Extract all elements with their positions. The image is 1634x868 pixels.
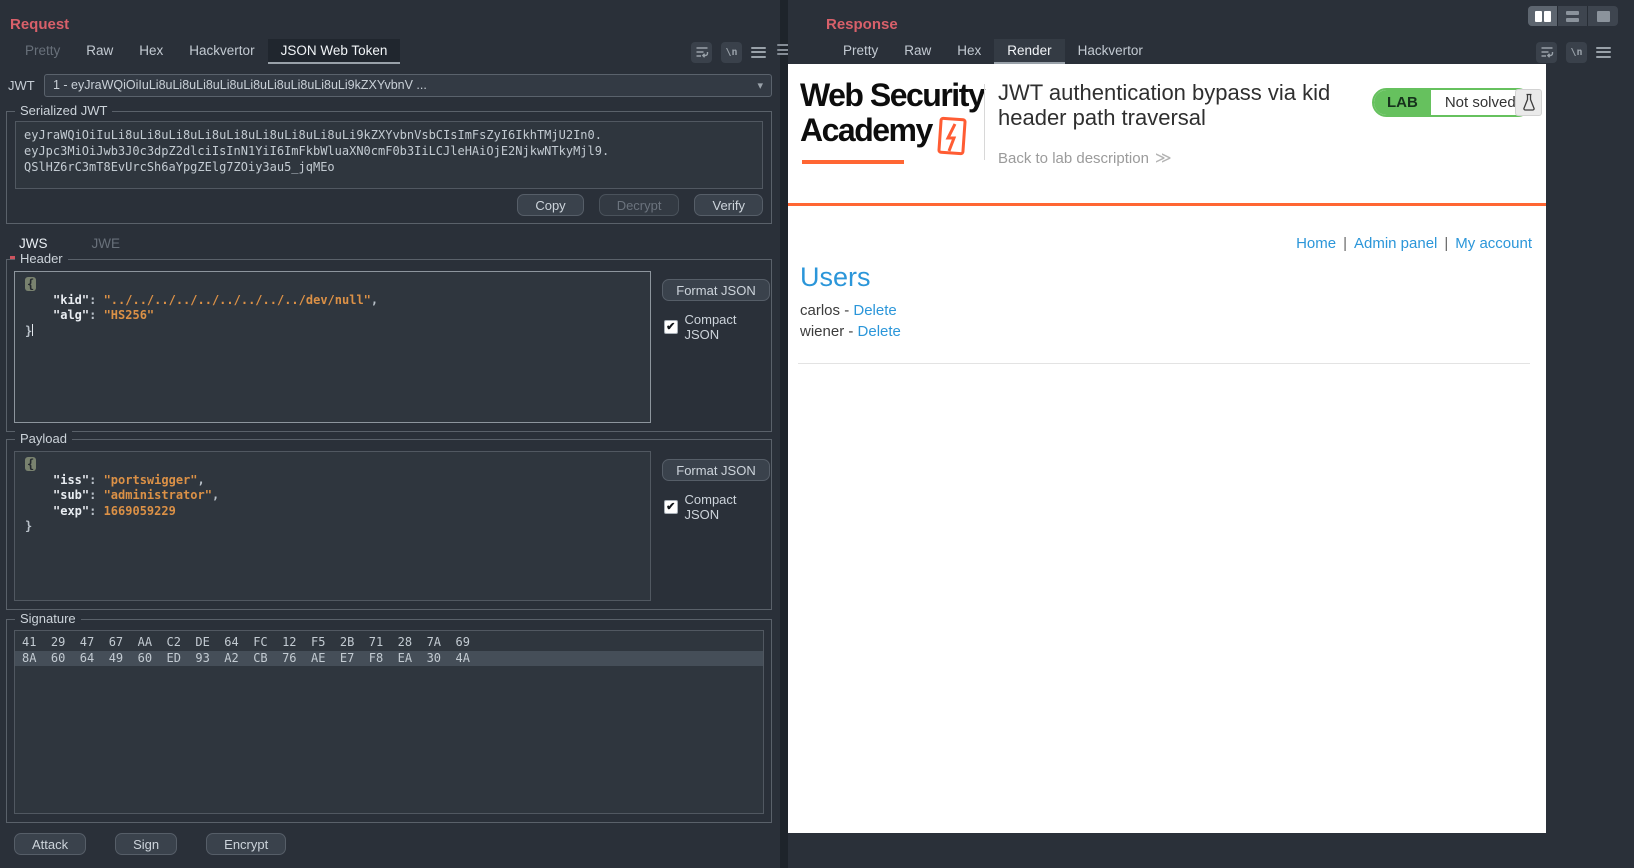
jwt-signature-editor[interactable]: 41 29 47 67 AA C2 DE 64 FC 12 F5 2B 71 2… [14,630,764,814]
banner-divider [984,84,985,160]
logo-line1: Web Security [800,77,986,113]
jwt-signature-group: Signature 41 29 47 67 AA C2 DE 64 FC 12 … [6,611,772,823]
response-title: Response [826,16,898,33]
delete-user-link[interactable]: Delete [858,323,901,340]
lab-flask-icon [1515,89,1542,116]
format-json-button[interactable]: Format JSON [662,279,770,301]
response-panel: Response Pretty Raw Hex Render Hackverto… [788,0,1634,868]
jwt-signature-b64: QSlHZ6rC3mT8EvUrcSh6aYpgZElg7ZOiy3au5_jq… [24,160,335,174]
jwt-signature-legend: Signature [15,611,81,626]
nav-admin-panel-link[interactable]: Admin panel [1354,235,1437,252]
tab-hackvertor[interactable]: Hackvertor [1065,39,1156,64]
tab-raw[interactable]: Raw [891,39,944,64]
serialized-buttons: Copy Decrypt Verify [517,194,763,216]
delete-user-link[interactable]: Delete [853,302,896,319]
request-editor-toolbar: \n [691,40,766,64]
chevron-down-icon: ▾ [757,79,763,92]
layout-switcher [1528,6,1618,26]
tab-pretty[interactable]: Pretty [12,39,73,64]
user-row-wiener: wiener - Delete [800,323,901,340]
open-brace: { [25,457,37,471]
user-row-carlos: carlos - Delete [800,302,897,319]
tab-hex[interactable]: Hex [126,39,176,64]
jwt-action-buttons: Attack Sign Encrypt [14,833,287,855]
copy-button[interactable]: Copy [517,194,584,216]
lab-status-widget: LAB Not solved [1372,88,1532,117]
tab-raw[interactable]: Raw [73,39,126,64]
show-newlines-icon[interactable]: \n [1566,41,1587,63]
close-brace: } [25,323,33,338]
attack-button[interactable]: Attack [14,833,87,855]
nav-my-account-link[interactable]: My account [1455,235,1532,252]
layout-stacked-button[interactable] [1558,6,1588,26]
open-brace: { [25,277,37,291]
tab-hackvertor[interactable]: Hackvertor [176,39,267,64]
response-tab-bar: Pretty Raw Hex Render Hackvertor [830,39,1156,64]
compact-json-option: ✔ Compact JSON [664,312,771,342]
tab-jwe[interactable]: JWE [83,234,130,259]
signature-hex-row: 41 29 47 67 AA C2 DE 64 FC 12 F5 2B 71 2… [22,635,470,649]
username: carlos [800,302,841,319]
content-divider [798,363,1530,364]
encrypt-button[interactable]: Encrypt [206,833,287,855]
jwt-header-group: Header { "kid": "../../../../../../../..… [6,251,772,432]
serialized-jwt-group: Serialized JWT eyJraWQiOiIuLi8uLi8uLi8uL… [6,103,772,224]
banner-rule [788,203,1546,206]
editor-menu-icon[interactable] [751,46,766,58]
signature-hex-row-selected: 8A 60 64 49 60 ED 93 A2 CB 76 AE E7 F8 E… [15,650,763,666]
editor-menu-icon[interactable] [1596,46,1611,58]
jwt-dropdown-value: 1 - eyJraWQiOiIuLi8uLi8uLi8uLi8uLi8uLi8u… [53,78,427,92]
tab-hex[interactable]: Hex [944,39,994,64]
jwt-header-b64: eyJraWQiOiIuLi8uLi8uLi8uLi8uLi8uLi8uLi8u… [24,128,602,142]
jwt-payload-editor[interactable]: { "iss": "portswigger", "sub": "administ… [14,451,651,601]
username: wiener [800,323,845,340]
compact-json-label: Compact JSON [684,312,737,342]
nav-home-link[interactable]: Home [1296,235,1336,252]
format-json-button[interactable]: Format JSON [662,459,770,481]
tab-render[interactable]: Render [994,39,1065,64]
jwt-payload-legend: Payload [15,431,72,446]
wrap-lines-icon[interactable] [1536,41,1557,63]
back-to-lab-link[interactable]: Back to lab description ≫ [998,148,1172,168]
chevrons-right-icon: ≫ [1154,150,1172,167]
show-newlines-icon[interactable]: \n [721,41,742,63]
sign-button[interactable]: Sign [115,833,178,855]
lab-title: JWT authentication bypass via kid header… [998,80,1331,130]
serialized-jwt-textarea[interactable]: eyJraWQiOiIuLi8uLi8uLi8uLi8uLi8uLi8uLi8u… [15,121,763,189]
jwt-header-legend: Header [15,251,68,266]
serialized-jwt-legend: Serialized JWT [15,103,113,118]
wrap-lines-icon[interactable] [691,41,712,63]
jwt-payload-group: Payload { "iss": "portswigger", "sub": "… [6,431,772,610]
lab-badge: LAB [1374,90,1431,115]
tab-pretty[interactable]: Pretty [830,39,891,64]
tab-json-web-token[interactable]: JSON Web Token [267,39,401,64]
request-panel: Request Pretty Raw Hex Hackvertor JSON W… [0,0,780,868]
burp-message-editor: Request Pretty Raw Hex Hackvertor JSON W… [0,0,1634,868]
jwt-selector-row: JWT 1 - eyJraWQiOiIuLi8uLi8uLi8uLi8uLi8u… [8,73,772,97]
request-title: Request [10,16,70,33]
checkbox-checked-icon[interactable]: ✔ [664,500,678,514]
jwt-dropdown[interactable]: 1 - eyJraWQiOiIuLi8uLi8uLi8uLi8uLi8uLi8u… [44,73,772,97]
logo-underline [802,160,904,164]
text-cursor [32,323,34,336]
request-tab-bar: Pretty Raw Hex Hackvertor JSON Web Token [12,39,401,64]
site-nav: Home | Admin panel | My account [1296,235,1532,252]
compact-json-option: ✔ Compact JSON [664,492,771,522]
response-editor-toolbar: \n [1536,40,1611,64]
verify-button[interactable]: Verify [694,194,763,216]
close-brace: } [25,519,33,533]
jwt-header-editor[interactable]: { "kid": "../../../../../../../../../dev… [14,271,651,423]
logo-flask-icon [935,114,971,165]
users-heading: Users [800,262,871,292]
layout-side-by-side-button[interactable] [1528,6,1558,26]
panel-splitter[interactable] [777,0,791,868]
compact-json-label: Compact JSON [684,492,737,522]
layout-single-button[interactable] [1588,6,1618,26]
jwt-label: JWT [8,77,35,93]
rendered-response: Web Security Academy JWT authentication … [788,64,1546,833]
jwt-payload-b64: eyJpc3MiOiJwb3J0c3dpZ2dlciIsInN1YiI6ImFk… [24,144,610,158]
decrypt-button[interactable]: Decrypt [598,194,680,216]
checkbox-checked-icon[interactable]: ✔ [664,320,678,334]
